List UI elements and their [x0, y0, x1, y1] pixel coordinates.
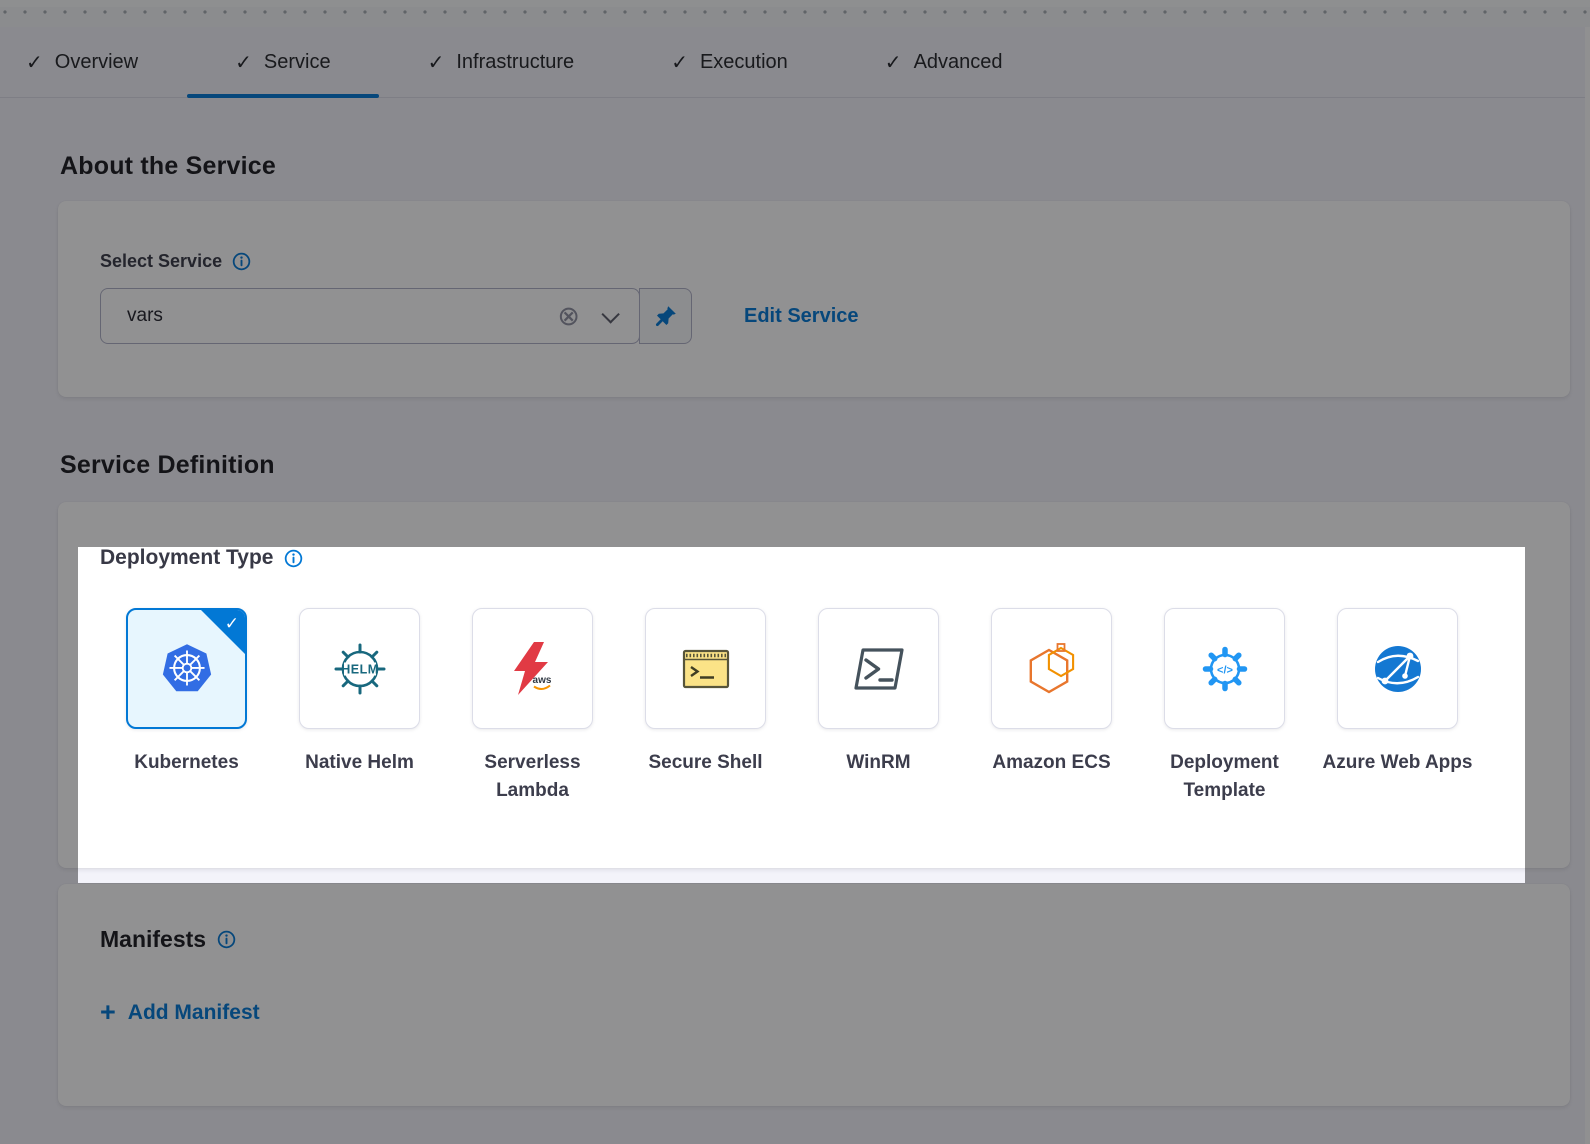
pin-icon [654, 304, 678, 328]
deployment-type-card[interactable] [818, 608, 939, 729]
helm-wheel-icon: HELM [328, 637, 392, 701]
tab-label: Infrastructure [456, 51, 574, 74]
deployment-type-option-azure-web-apps[interactable]: Azure Web Apps [1311, 608, 1484, 805]
deployment-type-label: Amazon ECS [992, 749, 1110, 777]
add-manifest-button[interactable]: + Add Manifest [100, 999, 260, 1026]
scrollbar[interactable] [1585, 27, 1590, 1144]
pin-service-button[interactable] [639, 288, 692, 344]
service-definition-heading: Service Definition [60, 451, 1590, 480]
tab-advanced[interactable]: ✓ Advanced [885, 27, 1003, 97]
tab-overview[interactable]: ✓ Overview [26, 27, 138, 97]
select-service-input[interactable] [125, 304, 557, 328]
tab-label: Advanced [914, 51, 1003, 74]
tab-execution[interactable]: ✓ Execution [671, 27, 788, 97]
tab-infrastructure[interactable]: ✓ Infrastructure [428, 27, 575, 97]
select-service-label: Select Service [100, 251, 222, 272]
about-service-heading: About the Service [60, 152, 1590, 181]
deployment-type-card[interactable]: ✓ [126, 608, 247, 729]
check-icon: ✓ [26, 50, 43, 74]
gear-code-icon: </> [1193, 637, 1257, 701]
about-service-card: Select Service ⊗ Edit Serv [58, 201, 1570, 397]
deployment-type-label: WinRM [846, 749, 910, 777]
terminal-window-icon [674, 637, 738, 701]
serverless-aws-bolt-icon: aws [501, 637, 565, 701]
service-definition-card: Deployment Type ✓ [58, 502, 1570, 868]
check-icon: ✓ [885, 50, 902, 74]
tab-label: Overview [55, 51, 138, 74]
deployment-type-option-serverless-lambda[interactable]: aws Serverless Lambda [446, 608, 619, 805]
deployment-type-label: Serverless Lambda [448, 749, 618, 805]
service-tab-content: About the Service Select Service ⊗ [0, 152, 1590, 1106]
deployment-type-heading: Deployment Type [100, 546, 273, 570]
deployment-type-option-secure-shell[interactable]: Secure Shell [619, 608, 792, 805]
check-icon: ✓ [235, 50, 252, 74]
info-icon[interactable] [232, 252, 251, 271]
deployment-type-option-deployment-template[interactable]: </> Deployment Template [1138, 608, 1311, 805]
pipeline-canvas-strip [0, 0, 1590, 27]
deployment-type-options: ✓ Kubernetes [100, 608, 1570, 805]
deployment-type-label: Secure Shell [648, 749, 762, 777]
svg-text:aws: aws [532, 675, 551, 686]
kubernetes-icon [154, 636, 220, 702]
plus-icon: + [100, 999, 116, 1026]
add-manifest-label: Add Manifest [128, 1001, 260, 1025]
deployment-type-label: Deployment Template [1140, 749, 1310, 805]
ecs-hexagon-icon [1020, 637, 1084, 701]
info-icon[interactable] [284, 549, 303, 568]
deployment-type-card[interactable]: aws [472, 608, 593, 729]
deployment-type-card[interactable]: </> [1164, 608, 1285, 729]
deployment-type-card[interactable] [1337, 608, 1458, 729]
deployment-type-card[interactable]: HELM [299, 608, 420, 729]
check-icon: ✓ [225, 614, 239, 634]
deployment-type-label: Kubernetes [134, 749, 239, 777]
manifests-heading: Manifests [100, 926, 206, 953]
deployment-type-option-amazon-ecs[interactable]: Amazon ECS [965, 608, 1138, 805]
tab-label: Execution [700, 51, 788, 74]
manifests-card: Manifests + Add Manifest [58, 884, 1570, 1106]
clear-selection-icon[interactable]: ⊗ [557, 303, 580, 330]
svg-text:HELM: HELM [341, 662, 378, 676]
deployment-type-card[interactable] [645, 608, 766, 729]
tab-service[interactable]: ✓ Service [235, 27, 330, 97]
check-icon: ✓ [671, 50, 688, 74]
select-service-field[interactable]: ⊗ [100, 288, 640, 344]
azure-globe-icon [1366, 637, 1430, 701]
powershell-icon [847, 637, 911, 701]
deployment-type-option-winrm[interactable]: WinRM [792, 608, 965, 805]
svg-text:</>: </> [1217, 664, 1233, 676]
deployment-type-label: Azure Web Apps [1323, 749, 1473, 777]
check-icon: ✓ [428, 50, 445, 74]
edit-service-link[interactable]: Edit Service [744, 305, 859, 328]
select-service-dropdown: ⊗ [100, 288, 692, 344]
stage-tabbar: ✓ Overview ✓ Service ✓ Infrastructure ✓ … [0, 27, 1590, 98]
tab-label: Service [264, 51, 331, 74]
info-icon[interactable] [217, 930, 236, 949]
deployment-type-option-native-helm[interactable]: HELM Native Helm [273, 608, 446, 805]
deployment-type-card[interactable] [991, 608, 1112, 729]
chevron-down-icon[interactable] [601, 305, 619, 323]
deployment-type-label: Native Helm [305, 749, 414, 777]
deployment-type-option-kubernetes[interactable]: ✓ Kubernetes [100, 608, 273, 805]
